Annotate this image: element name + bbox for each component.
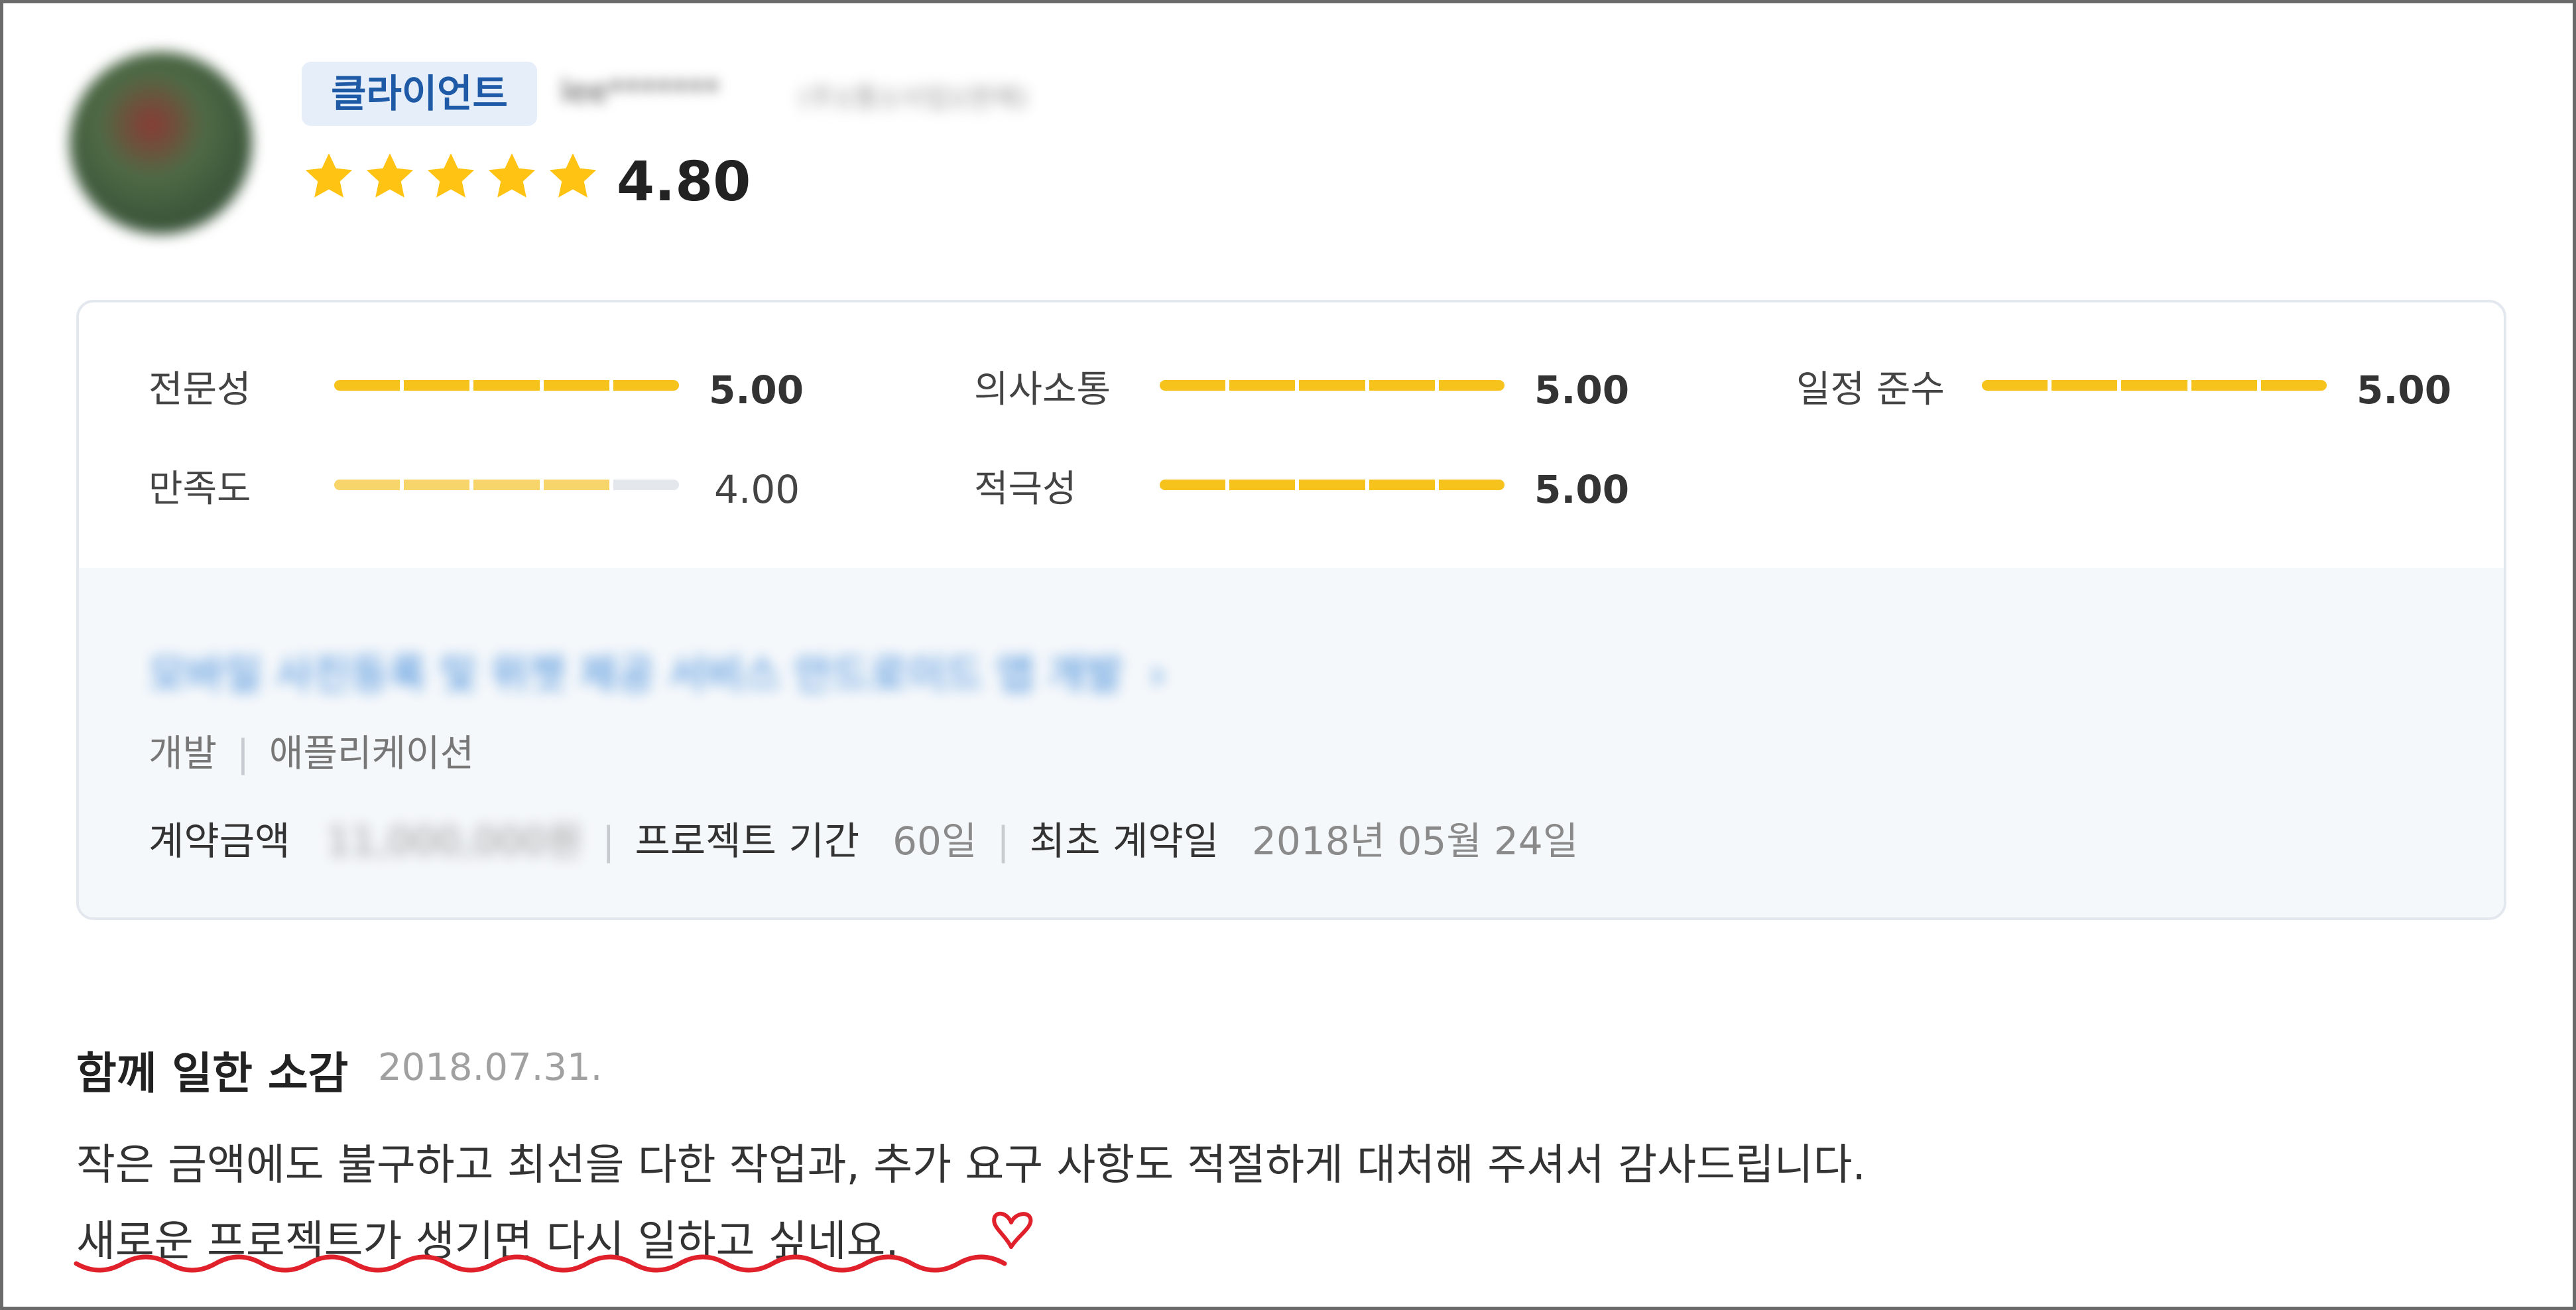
subcategory: 애플리케이션 [269,732,475,775]
metric-label-schedule: 일정 준수 [1796,368,1945,411]
first-contract-label: 최초 계약일 [1029,819,1219,864]
rating-stars [302,149,600,209]
project-title: 모바일 사진등록 및 위젯 제공 서비스 안드로이드 앱 개발 [149,650,1123,698]
reviewer-name: lee******* [560,73,720,110]
metric-value-communication: 5.00 [1534,367,1630,413]
metric-label-expertise: 전문성 [149,368,251,411]
period-value: 60일 [892,819,977,864]
wavy-underline-annotation [74,1211,1033,1273]
heart-icon [992,1211,1033,1249]
star-icon [488,153,536,198]
metric-bar-satisfaction [334,480,680,490]
avatar[interactable] [70,52,252,234]
metric-bar-expertise [334,380,680,391]
metric-bar-communication [1160,380,1505,391]
metric-bar-proactiveness [1160,480,1505,490]
contract-info: 계약금액 11,000,000원 | 프로젝트 기간 60일 | 최초 계약일 2018년 0… [149,810,1578,866]
period-label: 프로젝트 기간 [635,819,860,864]
category: 개발 [149,732,217,775]
star-icon [427,153,475,198]
metric-label-proactiveness: 적극성 [974,468,1077,511]
metric-label-satisfaction: 만족도 [149,468,251,511]
star-icon [366,153,414,198]
amount-value: 11,000,000원 [326,819,582,864]
divider: | [997,819,1010,864]
metric-value-satisfaction: 4.00 [714,467,800,512]
metric-value-schedule: 5.00 [2357,367,2452,413]
star-icon [305,153,353,198]
review-text-line-1: 작은 금액에도 불구하고 최선을 다한 작업과, 추가 요구 사항도 적절하게 … [76,1141,1866,1190]
first-contract-value: 2018년 05월 24일 [1252,819,1579,864]
metric-bar-schedule [1982,380,2327,391]
metric-value-proactiveness: 5.00 [1534,467,1630,512]
reviewer-meta: (주)(통)(사업)(판매) [799,83,1028,113]
amount-label: 계약금액 [149,819,290,864]
divider: | [237,732,249,775]
metric-value-expertise: 5.00 [709,367,804,413]
divider: | [601,819,615,864]
review-heading: 함께 일한 소감 [76,1048,349,1099]
review-card-frame: 클라이언트 lee******* (주)(통)(사업)(판매) 4.80 전문성… [0,0,2576,1310]
chevron-right-icon: › [1149,650,1166,698]
project-title-link[interactable]: 모바일 사진등록 및 위젯 제공 서비스 안드로이드 앱 개발 › [149,641,1166,700]
overall-rating: 4.80 [617,151,751,214]
star-icon [549,153,597,198]
metric-label-communication: 의사소통 [974,368,1111,411]
category-breadcrumb: 개발 | 애플리케이션 [149,724,474,777]
project-summary-card: 전문성 5.00 의사소통 5.00 일정 준수 5.00 만족도 4.00 적… [76,300,2506,920]
role-badge: 클라이언트 [302,62,537,126]
review-date: 2018.07.31. [378,1046,603,1089]
